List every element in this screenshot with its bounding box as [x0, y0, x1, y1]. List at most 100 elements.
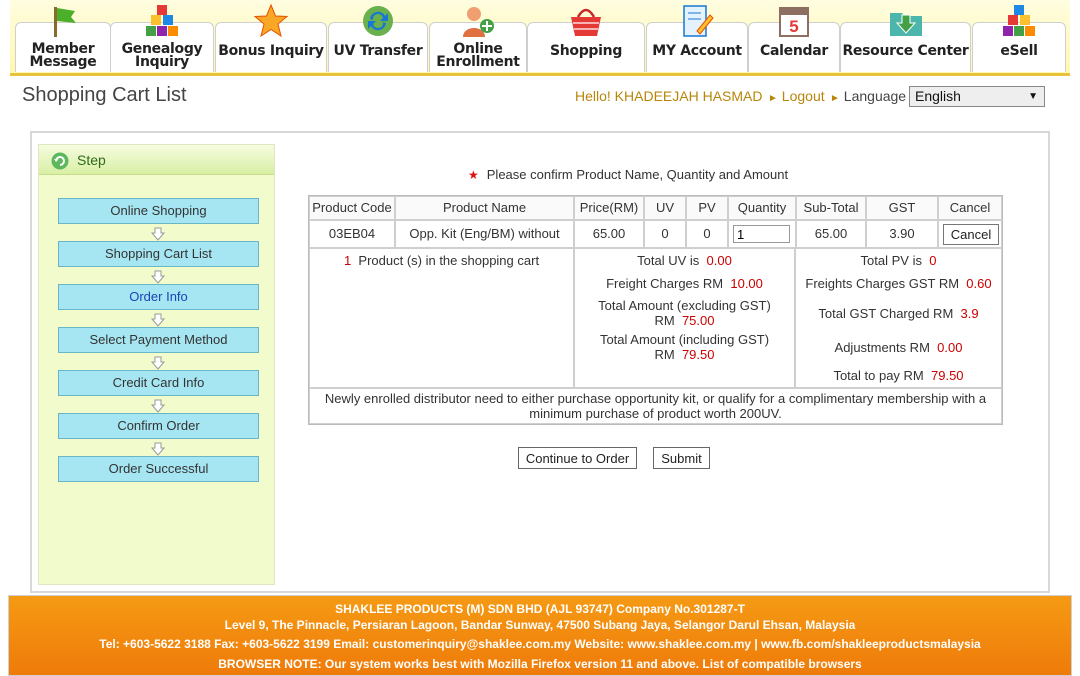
nav-bonus-inquiry[interactable]: Bonus Inquiry [215, 3, 327, 72]
down-arrow-icon [151, 270, 165, 284]
enrollment-note: Newly enrolled distributor need to eithe… [309, 388, 1002, 424]
refresh-icon [363, 6, 393, 36]
cell-price: 65.00 [574, 220, 644, 248]
nav-my-account[interactable]: MY Account [646, 5, 748, 72]
nav-calendar[interactable]: 5 Calendar [748, 7, 840, 72]
step-sidebar: Step Online Shopping Shopping Cart List … [38, 144, 275, 585]
step-header: Step [39, 145, 274, 175]
logout-link[interactable]: ► Logout [768, 88, 825, 104]
total-excl-gst-line: Total Amount (excluding GST) RM 75.00 [598, 298, 771, 328]
cell-cancel: Cancel [938, 220, 1002, 248]
language-label: ► Language [830, 88, 907, 104]
quantity-input[interactable] [733, 225, 790, 243]
total-gst-line: Total GST Charged RM 3.9 [818, 306, 979, 321]
language-select[interactable]: English ▼ [909, 86, 1045, 107]
nav-bonus-inquiry-label: Bonus Inquiry [218, 43, 324, 59]
download-folder-icon [889, 13, 922, 36]
nav-member-message[interactable]: Member Message [15, 7, 111, 72]
nav-online-enrollment-label: Online Enrollment [436, 41, 520, 70]
cancel-item-button[interactable]: Cancel [943, 224, 999, 245]
star-icon [253, 3, 289, 38]
down-arrow-icon [151, 399, 165, 413]
nav-genealogy-inquiry[interactable]: Genealogy Inquiry [110, 5, 214, 72]
footer-contact: Tel: +603-5622 3188 Fax: +603-5622 3199 … [99, 637, 981, 651]
footer: SHAKLEE PRODUCTS (M) SDN BHD (AJL 93747)… [8, 595, 1072, 676]
col-header-quantity: Quantity [728, 196, 796, 220]
arrow-icon: ► [768, 93, 778, 104]
footer-browser-note: BROWSER NOTE: Our system works best with… [218, 657, 862, 671]
footer-address: Level 9, The Pinnacle, Persiaran Lagoon,… [224, 618, 856, 632]
nav-genealogy-inquiry-label: Genealogy Inquiry [121, 41, 203, 70]
nav-calendar-label: Calendar [760, 43, 828, 59]
adjustments-line: Adjustments RM 0.00 [834, 340, 963, 355]
freight-gst-line: Freights Charges GST RM 0.60 [805, 276, 992, 291]
total-pv-line: Total PV is 0 [860, 253, 937, 268]
nav-shopping-label: Shopping [549, 43, 623, 59]
cell-uv: 0 [644, 220, 686, 248]
nav-online-enrollment[interactable]: Online Enrollment [429, 7, 527, 72]
nav-uv-transfer-label: UV Transfer [333, 43, 423, 59]
flag-icon [54, 7, 76, 37]
confirm-notice: ★ Please confirm Product Name, Quantity a… [468, 167, 789, 182]
cell-quantity [728, 220, 796, 248]
basket-icon [571, 8, 601, 36]
down-arrow-icon [151, 227, 165, 241]
total-incl-gst-line: Total Amount (including GST) RM 79.50 [599, 332, 770, 362]
nav-resource-center-label: Resource Center [842, 43, 969, 59]
col-header-product-name: Product Name [395, 196, 574, 220]
col-header-product-code: Product Code [309, 196, 395, 220]
step-shopping-cart-list: Shopping Cart List [58, 241, 259, 267]
col-header-gst: GST [866, 196, 938, 220]
add-user-icon [463, 7, 494, 37]
step-confirm-order: Confirm Order [58, 413, 259, 439]
page-title: Shopping Cart List [22, 84, 187, 106]
col-header-uv: UV [644, 196, 686, 220]
col-header-price: Price(RM) [574, 196, 644, 220]
cell-product-name: Opp. Kit (Eng/BM) without [395, 220, 574, 248]
cart-count-line: 1 Product (s) in the shopping cart [343, 253, 540, 268]
down-arrow-icon [151, 442, 165, 456]
step-credit-card-info: Credit Card Info [58, 370, 259, 396]
step-select-payment-method: Select Payment Method [58, 327, 259, 353]
step-online-shopping: Online Shopping [58, 198, 259, 224]
svg-text:5: 5 [789, 17, 798, 36]
top-navigation: Member Message Genealogy Inquiry Bonus Inq… [10, 0, 1070, 76]
dropdown-arrow-icon: ▼ [1028, 91, 1038, 102]
document-edit-icon [683, 5, 714, 37]
step-title: Step [77, 152, 106, 168]
freight-line: Freight Charges RM 10.00 [606, 276, 763, 291]
down-arrow-icon [151, 313, 165, 327]
continue-to-order-button[interactable]: Continue to Order [518, 447, 637, 469]
nav-uv-transfer[interactable]: UV Transfer [328, 6, 428, 72]
blocks-icon [146, 5, 178, 36]
col-header-cancel: Cancel [938, 196, 1002, 220]
cycle-icon [51, 152, 69, 170]
submit-button[interactable]: Submit [653, 447, 710, 469]
required-star-icon: ★ [468, 168, 479, 182]
blocks-icon [1003, 5, 1035, 36]
cell-gst: 3.90 [866, 220, 938, 248]
nav-shopping[interactable]: Shopping [527, 8, 645, 72]
arrow-icon: ► [830, 93, 840, 104]
nav-member-message-label: Member Message [29, 41, 97, 70]
total-to-pay-line: Total to pay RM 79.50 [833, 368, 964, 383]
summary-count-cell: 1 Product (s) in the shopping cart [309, 248, 574, 388]
cart-table: Product Code Product Name Price(RM) UV P… [308, 195, 1003, 425]
step-order-info: Order Info [58, 284, 259, 310]
footer-company: SHAKLEE PRODUCTS (M) SDN BHD (AJL 93747)… [335, 602, 745, 616]
step-order-successful: Order Successful [58, 456, 259, 482]
cell-pv: 0 [686, 220, 728, 248]
cell-subtotal: 65.00 [796, 220, 866, 248]
summary-uv-cell: Total UV is 0.00 Freight Charges RM 10.0… [574, 248, 795, 388]
nav-esell-label: eSell [1000, 43, 1038, 59]
user-greeting: Hello! KHADEEJAH HASMAD [575, 88, 763, 104]
total-uv-line: Total UV is 0.00 [637, 253, 732, 268]
nav-my-account-label: MY Account [652, 43, 742, 59]
nav-resource-center[interactable]: Resource Center [840, 13, 971, 72]
col-header-pv: PV [686, 196, 728, 220]
col-header-subtotal: Sub-Total [796, 196, 866, 220]
summary-pv-cell: Total PV is 0 Freights Charges GST RM 0.… [795, 248, 1002, 388]
calendar-icon: 5 [779, 7, 809, 37]
nav-esell[interactable]: eSell [972, 5, 1066, 72]
down-arrow-icon [151, 356, 165, 370]
